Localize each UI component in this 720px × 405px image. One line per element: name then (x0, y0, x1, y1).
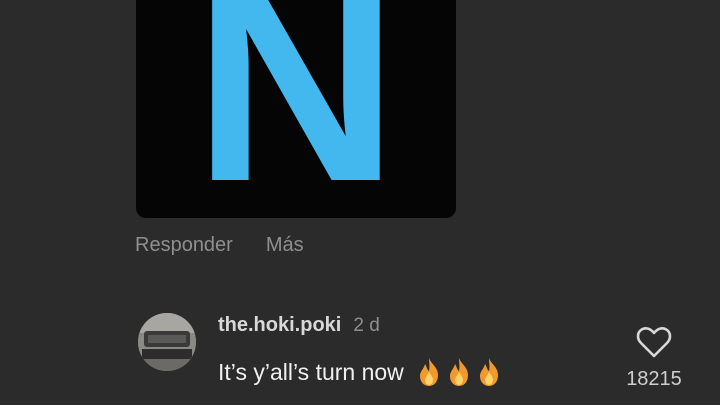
heart-icon (636, 327, 672, 358)
avatar-photo (138, 313, 196, 371)
comment-meta: the.hoki.poki 2 d (218, 314, 380, 340)
avatar[interactable] (138, 313, 196, 371)
comment-body: It’s y’all’s turn now (218, 356, 502, 388)
reply-button[interactable]: Responder (135, 234, 233, 258)
fire-icon (449, 358, 468, 386)
more-button[interactable]: Más (266, 234, 304, 258)
emoji-group (416, 357, 502, 387)
comment-text: It’s y’all’s turn now (218, 358, 404, 385)
logo-letter: N (193, 0, 399, 218)
timestamp: 2 d (353, 315, 380, 336)
comment-actions: Responder Más (135, 234, 304, 258)
username[interactable]: the.hoki.poki (218, 314, 341, 337)
like-count: 18215 (626, 368, 682, 390)
comment-image-attachment[interactable]: N (136, 0, 456, 218)
fire-icon (419, 358, 438, 386)
comments-screen: N Responder Más the.hoki.poki 2 d It’s y… (0, 0, 720, 405)
like-button[interactable] (636, 325, 672, 359)
n-logo-image: N (193, 0, 399, 218)
fire-icon (479, 358, 498, 386)
